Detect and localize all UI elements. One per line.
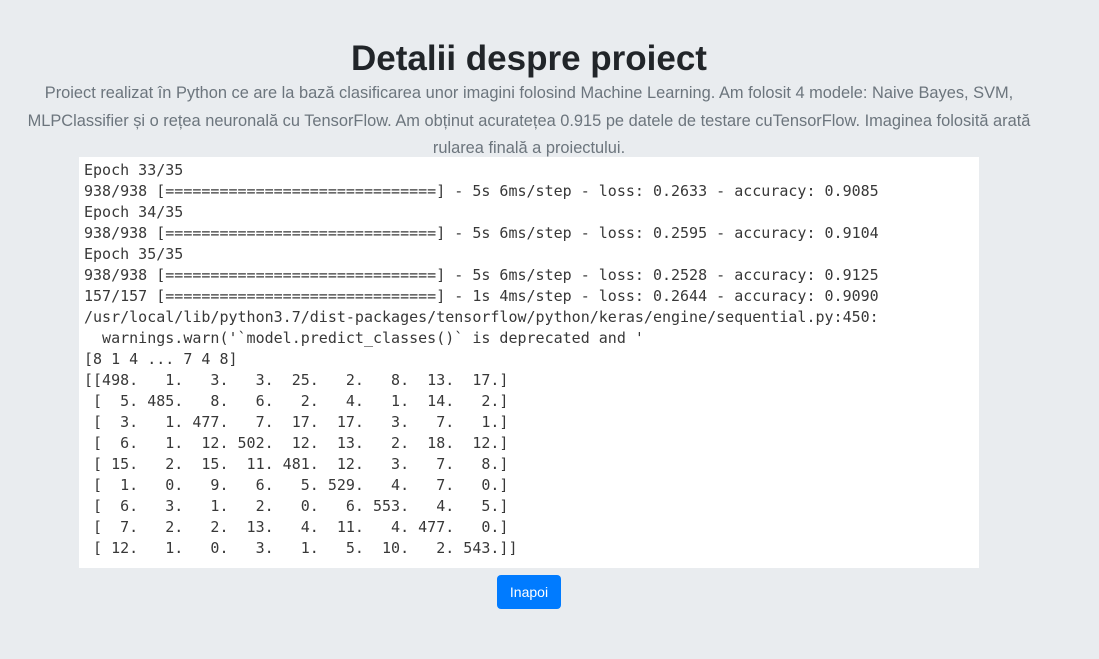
confusion-matrix-row: [ 1. 0. 9. 6. 5. 529. 4. 7. 0.] [84,476,509,494]
training-output-screenshot: Epoch 33/35 938/938 [====================… [79,157,979,568]
project-description: Proiect realizat în Python ce are la baz… [27,84,1031,158]
confusion-matrix-row: [ 7. 2. 2. 13. 4. 11. 4. 477. 0.] [84,518,509,536]
back-button[interactable]: Inapoi [497,575,561,609]
console-line: warnings.warn('`model.predict_classes()`… [84,329,644,347]
console-line: Epoch 34/35 [84,203,184,221]
console-line: /usr/local/lib/python3.7/dist-packages/t… [84,308,879,326]
confusion-matrix-row: [ 3. 1. 477. 7. 17. 17. 3. 7. 1.] [84,413,509,431]
confusion-matrix-row: [ 15. 2. 15. 11. 481. 12. 3. 7. 8.] [84,455,509,473]
console-line: Epoch 33/35 [84,161,184,179]
page-title: Detalii despre proiect [351,39,707,79]
confusion-matrix-row: [[498. 1. 3. 3. 25. 2. 8. 13. 17.] [84,371,509,389]
confusion-matrix-row: [ 6. 3. 1. 2. 0. 6. 553. 4. 5.] [84,497,509,515]
confusion-matrix-row: [ 12. 1. 0. 3. 1. 5. 10. 2. 543.]] [84,539,518,557]
console-line: 938/938 [==============================]… [84,182,879,200]
confusion-matrix-row: [ 5. 485. 8. 6. 2. 4. 1. 14. 2.] [84,392,509,410]
console-line: 938/938 [==============================]… [84,266,879,284]
console-line: 157/157 [==============================]… [84,287,879,305]
console-line: [8 1 4 ... 7 4 8] [84,350,238,368]
console-line: 938/938 [==============================]… [84,224,879,242]
console-output: Epoch 33/35 938/938 [====================… [84,160,879,559]
console-line: Epoch 35/35 [84,245,184,263]
confusion-matrix-row: [ 6. 1. 12. 502. 12. 13. 2. 18. 12.] [84,434,509,452]
